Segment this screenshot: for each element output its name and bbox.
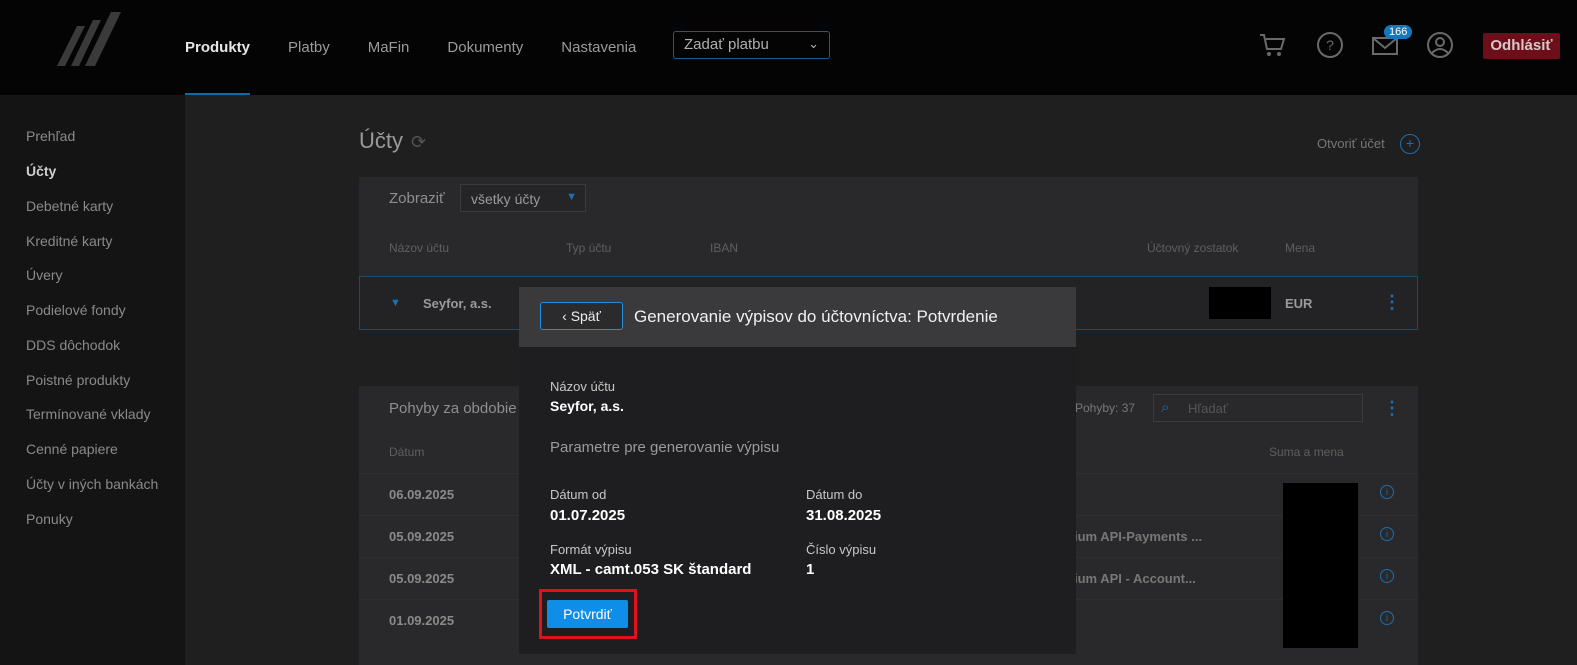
help-icon[interactable]: ? [1315, 30, 1345, 60]
user-icon[interactable] [1425, 30, 1455, 60]
format-value: XML - camt.053 SK štandard [550, 561, 752, 578]
back-label: Späť [570, 308, 601, 324]
account-name-value: Seyfor, a.s. [550, 398, 624, 414]
mail-badge: 166 [1384, 25, 1413, 39]
pay-select-value: Zadať platbu [684, 36, 769, 53]
account-filter-value: všetky účty [471, 191, 541, 207]
info-icon[interactable]: i [1380, 527, 1394, 541]
bank-logo[interactable] [55, 8, 125, 68]
sidebar-item-terminovane[interactable]: Termínované vklady [26, 406, 151, 422]
row-date: 05.09.2025 [389, 529, 455, 544]
modal-header: ‹ Späť Generovanie výpisov do účtovníctv… [519, 287, 1076, 347]
refresh-icon[interactable]: ⟳ [411, 132, 426, 153]
date-to-value: 31.08.2025 [806, 507, 882, 524]
search-input[interactable]: ⌕ Hľadať [1153, 394, 1363, 422]
movements-title: Pohyby za obdobie [389, 400, 517, 417]
account-name: Seyfor, a.s. [423, 296, 492, 311]
sidebar-item-prehlad[interactable]: Prehľad [26, 128, 75, 144]
col-uctovny-zostatok[interactable]: Účtovný zostatok [1147, 241, 1238, 255]
redacted-balance [1209, 287, 1271, 319]
triangle-down-icon[interactable]: ▼ [390, 297, 401, 309]
row-date: 05.09.2025 [389, 571, 455, 586]
date-from-label: Dátum od [550, 487, 607, 502]
sidebar-item-podielove-fondy[interactable]: Podielové fondy [26, 302, 126, 318]
redacted-amounts [1283, 483, 1358, 648]
modal-title: Generovanie výpisov do účtovníctva: Potv… [634, 307, 998, 326]
show-label: Zobraziť [389, 190, 445, 207]
logout-button[interactable]: Odhlásiť [1483, 33, 1560, 59]
sidebar-item-ucty-v-inych-bankach[interactable]: Účty v iných bankách [26, 476, 158, 492]
svg-text:?: ? [1326, 37, 1334, 53]
sidebar-item-poistne[interactable]: Poistné produkty [26, 372, 130, 388]
col-nazov-uctu[interactable]: Názov účtu [389, 241, 449, 255]
date-to-label: Dátum do [806, 487, 863, 502]
nav-mafin[interactable]: MaFin [368, 0, 410, 95]
sidebar-item-ponuky[interactable]: Ponuky [26, 511, 73, 527]
confirm-highlight: Potvrdiť [539, 589, 637, 639]
col-typ-uctu[interactable]: Typ účtu [566, 241, 611, 255]
chevron-down-icon: ⌄ [808, 36, 819, 51]
account-currency: EUR [1285, 296, 1313, 311]
page-title: Účty [359, 128, 403, 153]
nav-nastavenia[interactable]: Nastavenia [561, 0, 636, 95]
confirmation-modal: ‹ Späť Generovanie výpisov do účtovníctv… [519, 287, 1076, 654]
info-icon[interactable]: i [1380, 611, 1394, 625]
nav-produkty[interactable]: Produkty [185, 0, 251, 95]
col-iban[interactable]: IBAN [710, 241, 738, 255]
nav-platby[interactable]: Platby [288, 0, 330, 95]
movements-count: Pohyby: 37 [1075, 401, 1136, 415]
format-label: Formát výpisu [550, 542, 632, 557]
row-date: 01.09.2025 [389, 613, 455, 628]
date-from-value: 01.07.2025 [550, 507, 626, 524]
main-nav: Produkty Platby MaFin Dokumenty Nastaven… [185, 0, 674, 95]
sidebar-item-ucty[interactable]: Účty [26, 163, 56, 179]
col-mena[interactable]: Mena [1285, 241, 1315, 255]
account-filter-select[interactable]: všetky účty ▼ [460, 184, 586, 212]
search-icon: ⌕ [1161, 399, 1170, 416]
nav-dokumenty[interactable]: Dokumenty [447, 0, 523, 95]
sidebar-item-cenne-papiere[interactable]: Cenné papiere [26, 441, 118, 457]
parameters-heading: Parametre pre generovanie výpisu [550, 439, 780, 456]
sidebar-item-dds[interactable]: DDS dôchodok [26, 337, 120, 353]
info-icon[interactable]: i [1380, 569, 1394, 583]
sidebar-item-debetne-karty[interactable]: Debetné karty [26, 198, 113, 214]
col-datum[interactable]: Dátum [389, 445, 424, 459]
info-icon[interactable]: i [1380, 485, 1394, 499]
confirm-button[interactable]: Potvrdiť [547, 600, 628, 628]
cart-icon[interactable] [1257, 30, 1287, 60]
plus-icon[interactable]: + [1400, 134, 1420, 154]
kebab-menu-icon[interactable]: ⋮ [1383, 292, 1401, 313]
kebab-menu-icon[interactable]: ⋮ [1383, 398, 1401, 419]
row-description: ium API-Payments ... [1074, 529, 1203, 544]
pay-select[interactable]: Zadať platbu ⌄ [673, 31, 830, 59]
top-bar: Produkty Platby MaFin Dokumenty Nastaven… [0, 0, 1577, 95]
back-button[interactable]: ‹ Späť [540, 302, 623, 330]
account-name-label: Názov účtu [550, 379, 616, 394]
sidebar-item-uvery[interactable]: Úvery [26, 267, 63, 283]
row-description: ium API - Account... [1074, 571, 1196, 586]
statement-number-value: 1 [806, 561, 815, 578]
col-suma-a-mena[interactable]: Suma a mena [1269, 445, 1344, 459]
row-date: 06.09.2025 [389, 487, 455, 502]
open-account-link[interactable]: Otvoriť účet [1317, 136, 1385, 151]
statement-number-label: Číslo výpisu [806, 542, 877, 557]
sidebar-item-kreditne-karty[interactable]: Kreditné karty [26, 233, 112, 249]
triangle-down-icon: ▼ [566, 191, 577, 203]
search-placeholder: Hľadať [1188, 401, 1228, 416]
